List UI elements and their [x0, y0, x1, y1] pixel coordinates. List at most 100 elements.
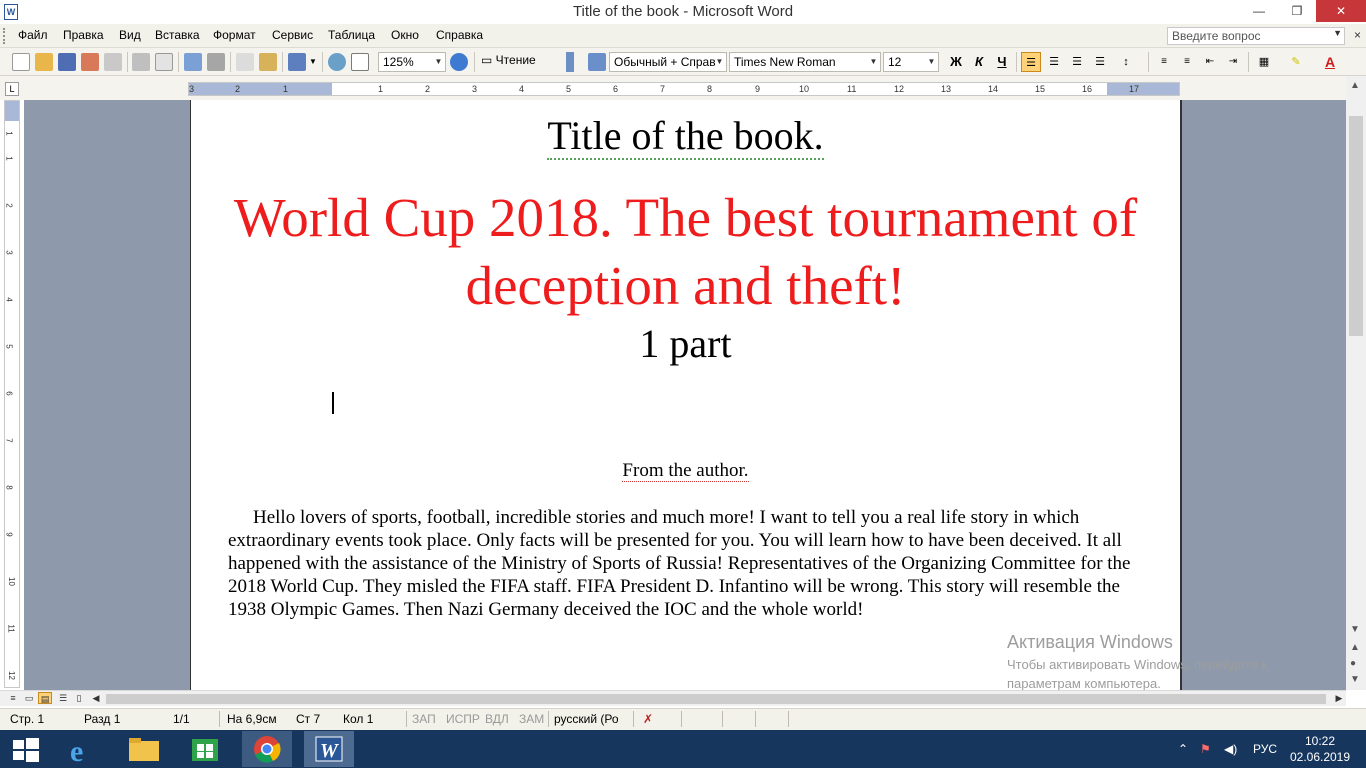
status-track-changes[interactable]: ИСПР [446, 712, 480, 726]
align-center-icon[interactable]: ☰ [1044, 52, 1064, 72]
tab-selector[interactable]: L [5, 82, 19, 96]
menu-grip[interactable] [3, 28, 7, 44]
internet-explorer-icon[interactable]: e [56, 731, 106, 768]
toolbar-overflow[interactable] [566, 52, 574, 72]
scroll-down-icon[interactable]: ▼ [1350, 624, 1360, 635]
permission-icon[interactable] [81, 53, 99, 71]
zoom-select[interactable]: 125% ▼ [378, 52, 446, 72]
scroll-up-icon[interactable]: ▲ [1350, 80, 1360, 91]
align-left-icon[interactable]: ☰ [1021, 52, 1041, 72]
bullets-icon[interactable]: ≡ [1177, 52, 1197, 72]
select-browse-object-icon[interactable]: ● [1350, 658, 1356, 669]
close-button[interactable]: ✕ [1316, 0, 1366, 22]
chevron-down-icon[interactable]: ▼ [433, 54, 444, 70]
chrome-icon[interactable] [242, 731, 292, 767]
document-title[interactable]: Title of the book. [191, 112, 1180, 160]
print-icon[interactable] [132, 53, 150, 71]
chevron-down-icon[interactable]: ▼ [868, 54, 879, 70]
cut-icon[interactable] [236, 53, 254, 71]
status-record[interactable]: ЗАП [412, 712, 436, 726]
font-select[interactable]: Times New Roman ▼ [729, 52, 881, 72]
restore-button[interactable]: ❐ [1278, 0, 1316, 22]
document-close-button[interactable]: × [1354, 28, 1361, 42]
menu-window[interactable]: Окно [391, 28, 419, 42]
horizontal-scrollbar[interactable] [0, 690, 1346, 706]
menu-tools[interactable]: Сервис [272, 28, 313, 42]
styles-pane-icon[interactable] [588, 53, 606, 71]
menu-table[interactable]: Таблица [328, 28, 375, 42]
menu-help[interactable]: Справка [436, 28, 483, 42]
reading-mode-button[interactable]: ▭ Чтение [481, 53, 536, 67]
print-preview-icon[interactable] [155, 53, 173, 71]
document-headline[interactable]: World Cup 2018. The best tournament of d… [231, 184, 1140, 320]
vertical-ruler[interactable]: 1 1 2 3 4 5 6 7 8 9 10 11 12 [4, 100, 20, 688]
menu-file[interactable]: Файл [18, 28, 48, 42]
menu-insert[interactable]: Вставка [155, 28, 200, 42]
undo-dropdown-icon[interactable]: ▼ [308, 53, 318, 71]
menu-format[interactable]: Формат [213, 28, 256, 42]
decrease-indent-icon[interactable]: ⇤ [1200, 52, 1220, 72]
spelling-icon[interactable] [184, 53, 202, 71]
network-icon[interactable]: ⚑ [1200, 742, 1211, 756]
web-view-icon[interactable]: ▭ [22, 692, 36, 704]
table-icon[interactable] [351, 53, 369, 71]
undo-icon[interactable] [288, 53, 306, 71]
align-right-icon[interactable]: ☰ [1067, 52, 1087, 72]
highlight-icon[interactable]: ✎ [1286, 52, 1306, 72]
scrollbar-thumb[interactable] [1349, 116, 1363, 336]
justify-icon[interactable]: ☰ [1090, 52, 1110, 72]
style-select[interactable]: Обычный + Справ ▼ [609, 52, 727, 72]
status-language[interactable]: русский (Ро [554, 712, 619, 726]
input-language[interactable]: РУС [1253, 742, 1277, 756]
open-folder-icon[interactable] [35, 53, 53, 71]
hscroll-thumb[interactable] [106, 694, 1326, 704]
chevron-down-icon[interactable]: ▼ [1333, 28, 1342, 38]
scroll-left-icon[interactable]: ◀ [89, 692, 103, 704]
new-document-icon[interactable] [12, 53, 30, 71]
status-extend[interactable]: ВДЛ [485, 712, 509, 726]
volume-icon[interactable]: ◀) [1224, 742, 1237, 756]
numbering-icon[interactable]: ≡ [1154, 52, 1174, 72]
from-author-heading[interactable]: From the author. [191, 460, 1180, 482]
save-icon[interactable] [58, 53, 76, 71]
help-icon[interactable] [450, 53, 468, 71]
previous-page-icon[interactable]: ▲ [1350, 642, 1360, 653]
normal-view-icon[interactable]: ≡ [6, 692, 20, 704]
hyperlink-icon[interactable] [328, 53, 346, 71]
reading-view-icon[interactable]: ▯ [72, 692, 86, 704]
clock[interactable]: 10:22 02.06.2019 [1288, 733, 1352, 765]
vertical-scrollbar[interactable]: ▲ ▼ ▲ ● ▼ [1346, 76, 1366, 690]
email-icon[interactable] [104, 53, 122, 71]
underline-button[interactable]: Ч [992, 52, 1012, 72]
horizontal-ruler[interactable]: 3 2 1 1 2 3 4 5 6 7 8 9 10 11 12 13 14 1… [188, 82, 1180, 96]
research-icon[interactable] [207, 53, 225, 71]
word-taskbar-icon[interactable]: W [304, 731, 354, 767]
tray-overflow-icon[interactable]: ⌃ [1178, 742, 1188, 756]
bold-button[interactable]: Ж [946, 52, 966, 72]
line-spacing-icon[interactable]: ↕ [1116, 52, 1136, 72]
file-explorer-icon[interactable] [118, 731, 168, 767]
spelling-status-icon[interactable]: ✗ [643, 712, 653, 726]
next-page-icon[interactable]: ▼ [1350, 674, 1360, 685]
font-color-icon[interactable]: A [1320, 52, 1340, 72]
borders-icon[interactable]: ▦ [1254, 52, 1274, 72]
italic-button[interactable]: К [969, 52, 989, 72]
status-overtype[interactable]: ЗАМ [519, 712, 544, 726]
chevron-down-icon[interactable]: ▼ [926, 54, 937, 70]
document-body-paragraph[interactable]: Hello lovers of sports, football, incred… [228, 506, 1148, 621]
chevron-down-icon[interactable]: ▼ [714, 54, 725, 70]
paste-icon[interactable] [259, 53, 277, 71]
document-part[interactable]: 1 part [191, 320, 1180, 367]
document-page[interactable]: Title of the book. World Cup 2018. The b… [190, 100, 1182, 690]
font-size-select[interactable]: 12 ▼ [883, 52, 939, 72]
store-icon[interactable] [180, 731, 230, 767]
print-layout-icon[interactable]: ▤ [38, 692, 52, 704]
start-button[interactable] [0, 731, 50, 767]
minimize-button[interactable]: — [1240, 0, 1278, 22]
menu-edit[interactable]: Правка [63, 28, 104, 42]
increase-indent-icon[interactable]: ⇥ [1223, 52, 1243, 72]
menu-view[interactable]: Вид [119, 28, 141, 42]
ask-question-input[interactable]: Введите вопрос ▼ [1167, 27, 1345, 45]
outline-view-icon[interactable]: ☰ [56, 692, 70, 704]
scroll-right-icon[interactable]: ▶ [1332, 692, 1346, 704]
